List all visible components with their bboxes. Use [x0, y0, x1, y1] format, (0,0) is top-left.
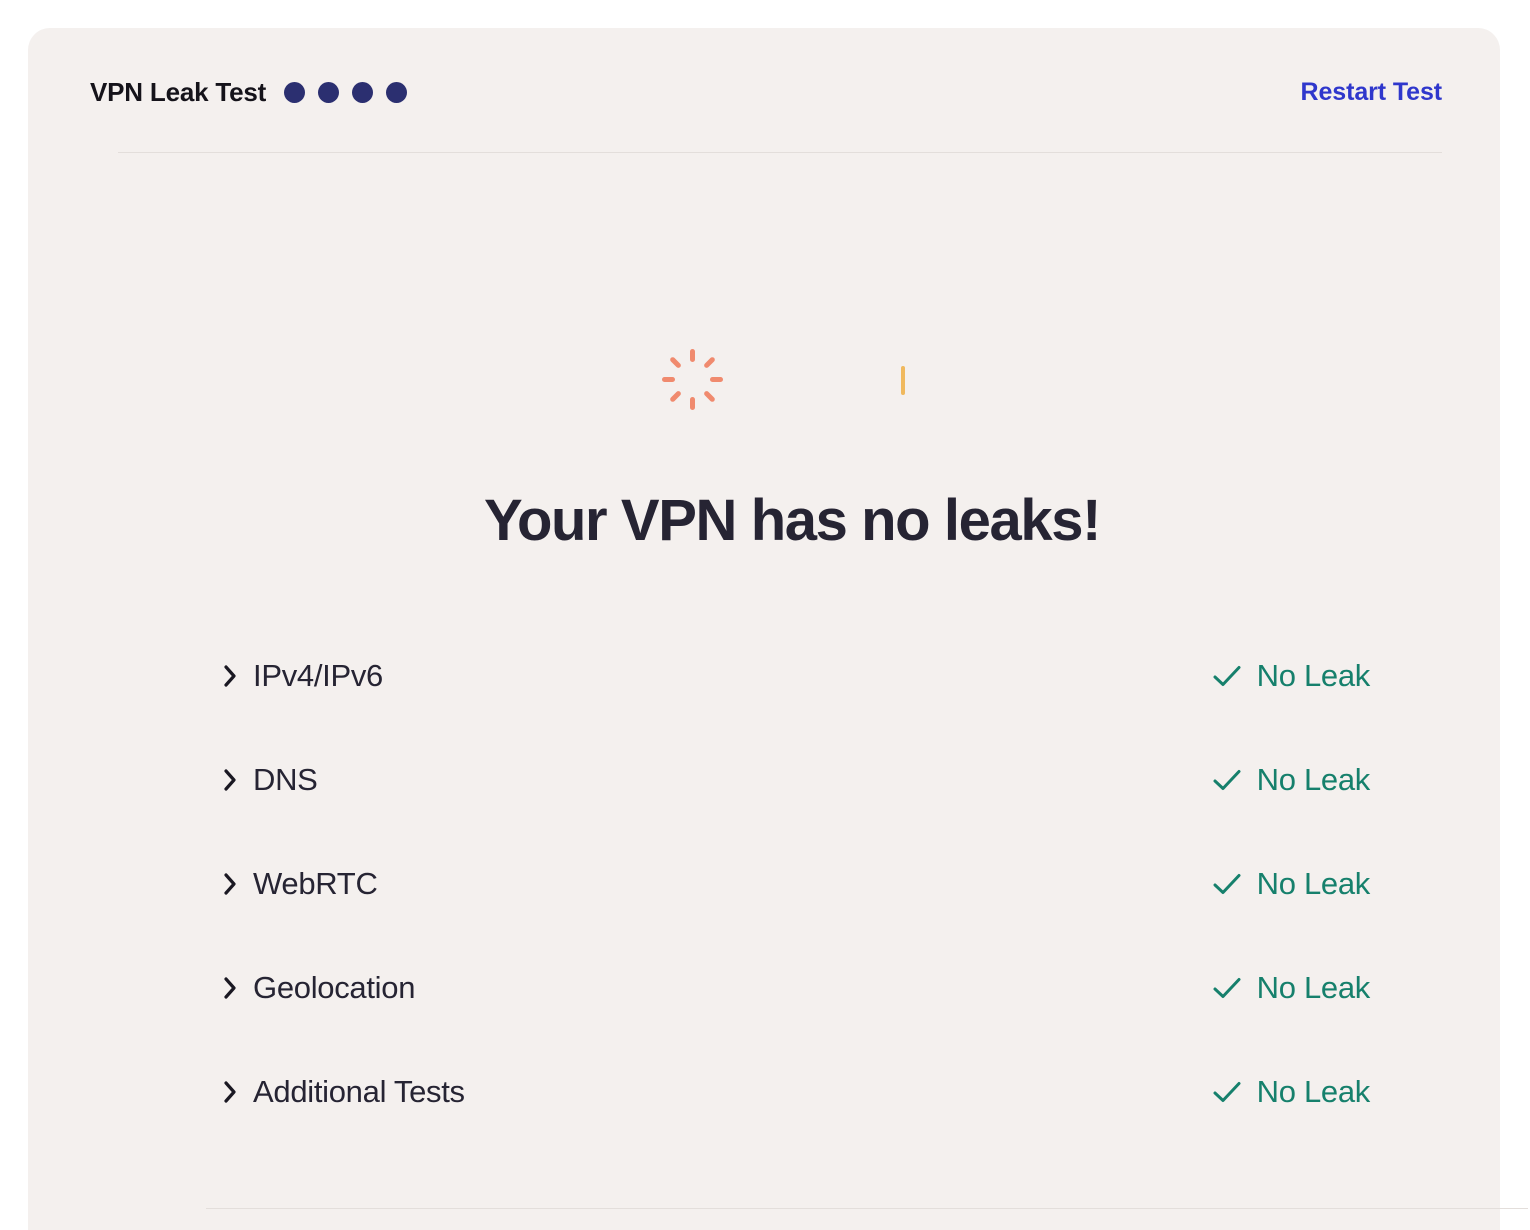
- chevron-right-icon: [224, 769, 236, 791]
- spinner-spoke: [661, 376, 675, 382]
- result-row-geolocation[interactable]: Geolocation No Leak: [118, 936, 1442, 1040]
- spinner-spoke: [689, 348, 695, 362]
- result-row-label: Geolocation: [253, 970, 416, 1005]
- result-row-right: No Leak: [1212, 658, 1442, 694]
- spinner-spoke: [702, 389, 716, 403]
- spinner-spoke: [709, 376, 723, 382]
- chevron-right-icon: [224, 665, 236, 687]
- result-row-left: Geolocation: [118, 970, 415, 1006]
- spinner-spoke: [689, 396, 695, 410]
- vpn-leak-test-page: VPN Leak Test Restart Test Your VPN has …: [0, 0, 1530, 1230]
- spinner-spoke: [668, 355, 682, 369]
- check-icon: [1213, 770, 1241, 790]
- result-row-label: WebRTC: [253, 866, 378, 901]
- chevron-right-icon: [224, 873, 236, 895]
- progress-tick-icon: [901, 366, 905, 395]
- check-icon: [1213, 666, 1241, 686]
- result-row-label: Additional Tests: [253, 1074, 465, 1109]
- result-row-left: WebRTC: [118, 866, 378, 902]
- spinner-spoke: [702, 355, 716, 369]
- brand: VPN Leak Test: [90, 76, 408, 108]
- spinner-spoke: [668, 389, 682, 403]
- status-badge: No Leak: [1256, 866, 1371, 901]
- restart-test-button[interactable]: Restart Test: [1301, 78, 1443, 107]
- status-indicator-area: [56, 328, 1528, 428]
- result-row-right: No Leak: [1212, 970, 1442, 1006]
- status-badge: No Leak: [1256, 658, 1371, 693]
- status-badge: No Leak: [1256, 1074, 1371, 1109]
- check-icon: [1213, 1082, 1241, 1102]
- result-row-label: DNS: [253, 762, 318, 797]
- check-icon: [1213, 874, 1241, 894]
- result-row-webrtc[interactable]: WebRTC No Leak: [118, 832, 1442, 936]
- loading-spinner-icon: [659, 346, 725, 412]
- result-headline: Your VPN has no leaks!: [484, 488, 1101, 553]
- result-row-left: DNS: [118, 762, 318, 798]
- result-row-left: IPv4/IPv6: [118, 658, 383, 694]
- status-badge: No Leak: [1256, 762, 1371, 797]
- header-divider: [118, 152, 1442, 153]
- card-header: VPN Leak Test Restart Test: [90, 61, 1442, 123]
- footer-divider: [206, 1208, 1528, 1209]
- result-row-additional-tests[interactable]: Additional Tests No Leak: [118, 1040, 1442, 1144]
- chevron-right-icon: [224, 977, 236, 999]
- status-badge: No Leak: [1256, 970, 1371, 1005]
- page-title: VPN Leak Test: [90, 76, 267, 107]
- brand-dot-2: [318, 81, 340, 103]
- result-row-left: Additional Tests: [118, 1074, 465, 1110]
- result-row-right: No Leak: [1212, 866, 1442, 902]
- result-row-dns[interactable]: DNS No Leak: [118, 728, 1442, 832]
- brand-dot-1: [284, 81, 306, 103]
- check-icon: [1213, 978, 1241, 998]
- leak-test-card: VPN Leak Test Restart Test Your VPN has …: [28, 28, 1528, 1230]
- brand-dot-4: [386, 81, 408, 103]
- brand-dot-3: [352, 81, 374, 103]
- brand-dots: [284, 81, 408, 103]
- result-row-label: IPv4/IPv6: [253, 658, 383, 693]
- results-list: IPv4/IPv6 No Leak DNS No Leak WebRTC No …: [118, 624, 1442, 1144]
- chevron-right-icon: [224, 1081, 236, 1103]
- result-row-right: No Leak: [1212, 1074, 1442, 1110]
- result-row-right: No Leak: [1212, 762, 1442, 798]
- result-row-ipv4-ipv6[interactable]: IPv4/IPv6 No Leak: [118, 624, 1442, 728]
